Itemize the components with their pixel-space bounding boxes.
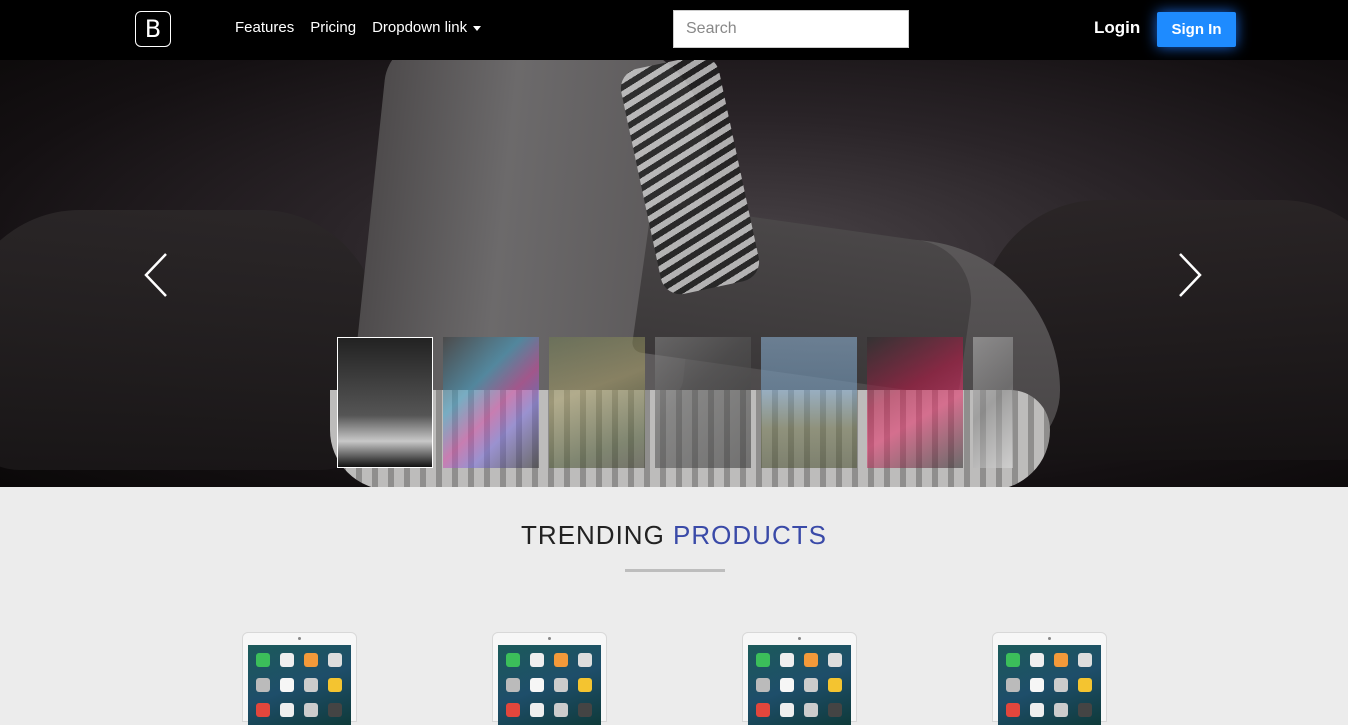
carousel-thumbnail[interactable] xyxy=(973,337,1013,468)
section-title-main: TRENDING xyxy=(521,520,665,550)
search-input[interactable] xyxy=(673,10,909,48)
product-card[interactable] xyxy=(492,632,607,725)
hero-background-shape xyxy=(0,210,380,470)
section-title-accent: PRODUCTS xyxy=(673,520,827,550)
carousel-thumbnail[interactable] xyxy=(549,337,645,468)
nav-links: Features Pricing Dropdown link xyxy=(235,19,497,36)
product-image xyxy=(998,645,1101,725)
product-image xyxy=(748,645,851,725)
carousel-thumbnail[interactable] xyxy=(337,337,433,468)
brand-logo[interactable]: B xyxy=(135,11,171,47)
login-link[interactable]: Login xyxy=(1094,18,1140,38)
product-image xyxy=(248,645,351,725)
carousel-thumbnail[interactable] xyxy=(443,337,539,468)
navbar: B Features Pricing Dropdown link Login S… xyxy=(0,0,1348,60)
product-card[interactable] xyxy=(242,632,357,725)
caret-down-icon xyxy=(473,25,482,31)
tablet-camera xyxy=(798,637,801,640)
nav-dropdown-label: Dropdown link xyxy=(372,19,468,36)
nav-dropdown-link[interactable]: Dropdown link xyxy=(372,19,482,36)
product-card[interactable] xyxy=(742,632,857,725)
carousel-thumbnails xyxy=(337,337,1023,468)
carousel-thumbnail[interactable] xyxy=(761,337,857,468)
hero-carousel xyxy=(0,60,1348,487)
sign-in-button[interactable]: Sign In xyxy=(1157,12,1236,47)
carousel-thumbnail[interactable] xyxy=(655,337,751,468)
tablet-camera xyxy=(548,637,551,640)
section-title: TRENDING PRODUCTS xyxy=(0,520,1348,551)
product-grid xyxy=(242,632,1242,725)
nav-link-features[interactable]: Features xyxy=(235,19,294,36)
tablet-camera xyxy=(1048,637,1051,640)
nav-link-pricing[interactable]: Pricing xyxy=(310,19,356,36)
section-divider xyxy=(625,569,725,572)
product-card[interactable] xyxy=(992,632,1107,725)
carousel-prev-icon[interactable] xyxy=(140,250,180,300)
carousel-next-icon[interactable] xyxy=(1172,250,1212,300)
carousel-thumbnail[interactable] xyxy=(867,337,963,468)
tablet-camera xyxy=(298,637,301,640)
product-image xyxy=(498,645,601,725)
